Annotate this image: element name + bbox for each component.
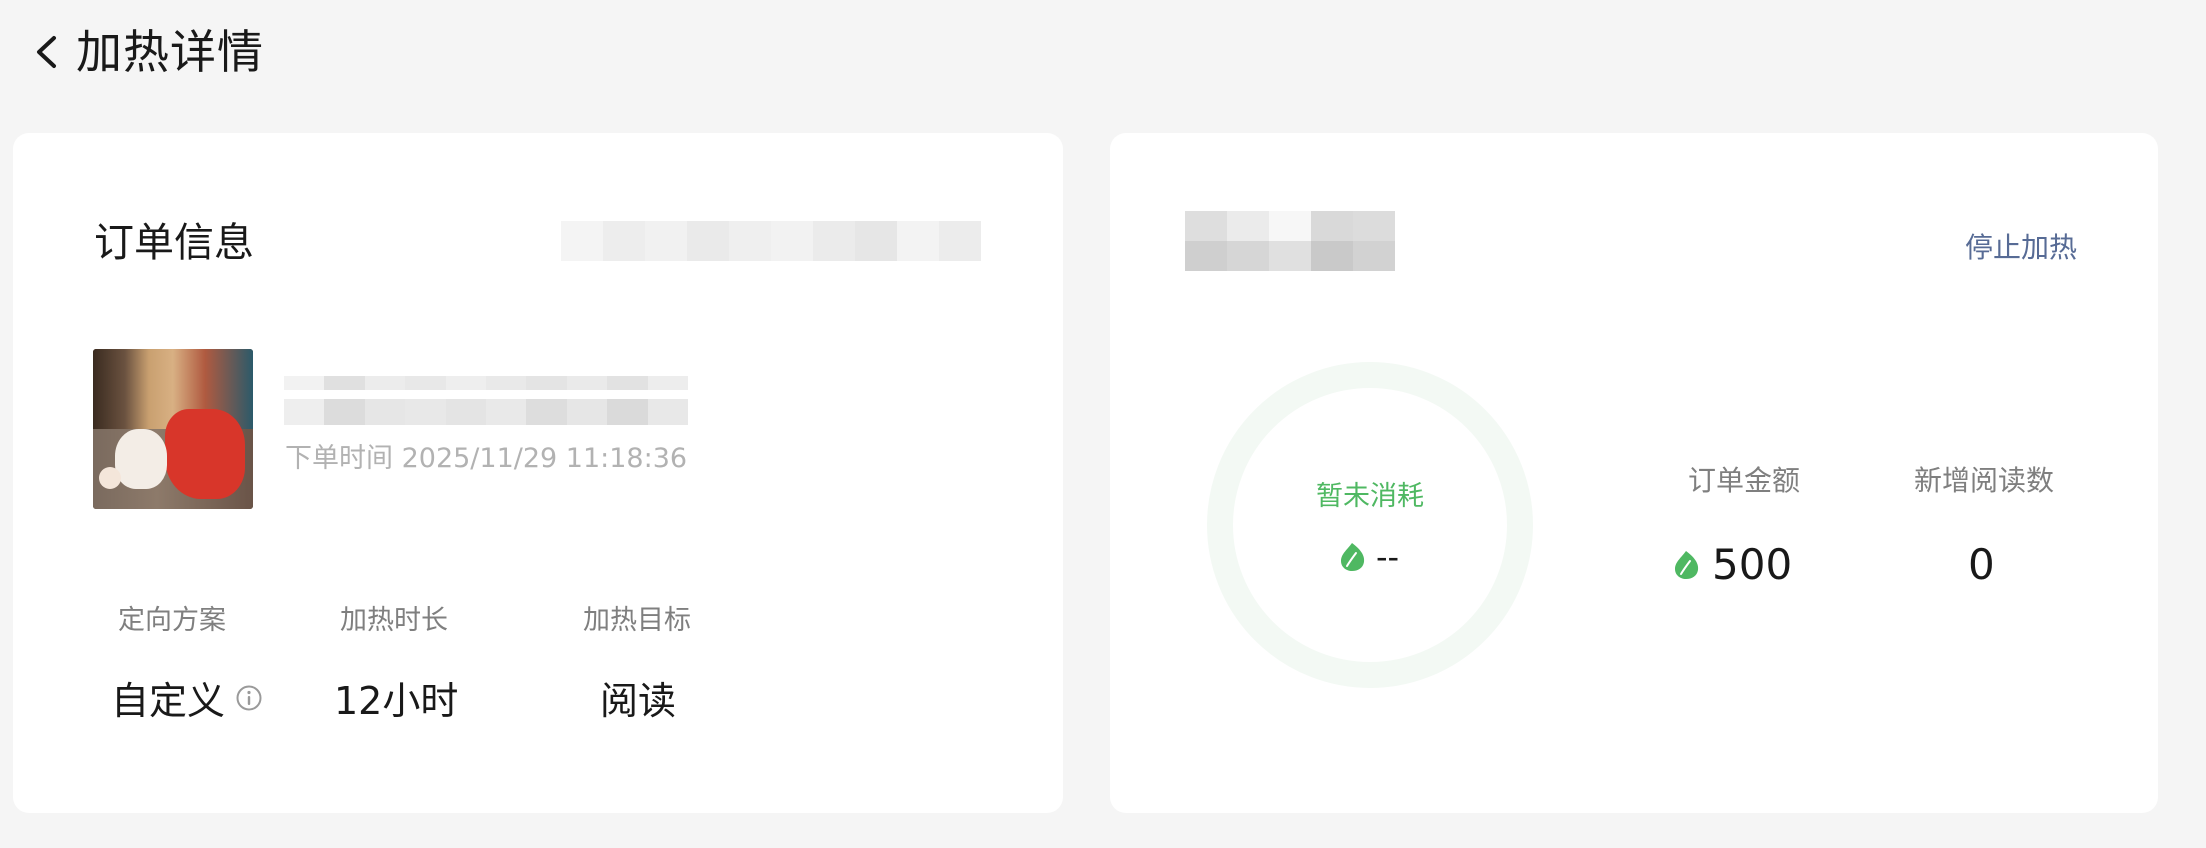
stop-boost-button[interactable]: 停止加热: [1965, 228, 2077, 268]
page-title: 加热详情: [76, 25, 264, 79]
article-thumbnail[interactable]: [93, 349, 253, 509]
duration-label: 加热时长: [340, 605, 448, 636]
spend-value: --: [1338, 533, 1399, 581]
article-title-redacted: [284, 376, 688, 390]
duration-value: 12小时: [334, 679, 459, 723]
order-amount-label: 订单金额: [1688, 464, 1801, 497]
account-name-redacted: [1185, 211, 1395, 271]
order-time: 下单时间 2025/11/29 11:18:36: [285, 443, 688, 474]
new-reads-label: 新增阅读数: [1914, 464, 2055, 497]
order-info-card: 订单信息 下单时间 2025/11/29 11:18:36 定向方案 加热时长 …: [13, 133, 1063, 813]
new-reads-value: 0: [1968, 540, 1995, 589]
top-bar: 加热详情: [0, 0, 2206, 110]
info-icon[interactable]: [235, 684, 263, 712]
spend-card: 停止加热 暂未消耗 -- 订单金额 新增阅读数 500 0: [1110, 133, 2158, 813]
targeting-label: 定向方案: [118, 605, 226, 636]
page: 加热详情 订单信息 下单时间 2025/11/29 11:18:36 定向方案 …: [0, 0, 2206, 848]
order-amount-text: 500: [1712, 540, 1793, 589]
chevron-left-icon: [37, 36, 56, 68]
spend-progress-ring: [1206, 361, 1534, 689]
order-info-title: 订单信息: [94, 220, 254, 266]
goal-value: 阅读: [600, 679, 677, 723]
spend-status-label: 暂未消耗: [1316, 481, 1424, 512]
targeting-value: 自定义: [111, 675, 263, 727]
order-id-redacted: [561, 221, 981, 261]
coin-leaf-icon: [1338, 541, 1366, 573]
spend-value-text: --: [1376, 538, 1400, 576]
back-button[interactable]: [26, 30, 66, 74]
targeting-value-text: 自定义: [111, 679, 226, 723]
order-amount-value: 500: [1672, 537, 1792, 593]
goal-label: 加热目标: [583, 605, 691, 636]
coin-leaf-icon: [1672, 549, 1700, 581]
article-subtitle-redacted: [284, 399, 688, 425]
